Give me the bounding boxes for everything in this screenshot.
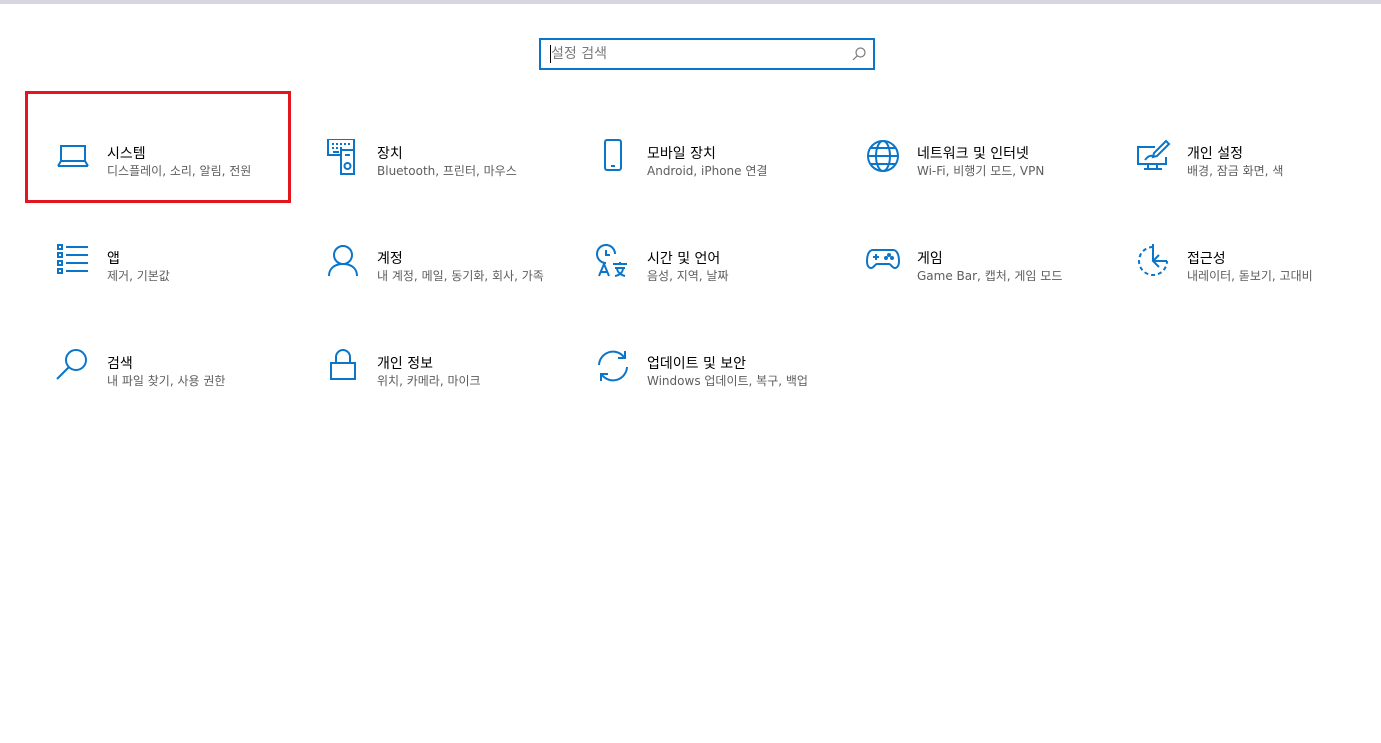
tile-title: 검색 — [107, 356, 133, 372]
tile-description: Game Bar, 캡처, 게임 모드 — [917, 269, 1063, 283]
tile-devices[interactable]: 장치 Bluetooth, 프린터, 마우스 — [297, 99, 559, 199]
search-icon — [55, 349, 91, 385]
tile-title: 업데이트 및 보안 — [647, 356, 747, 372]
person-icon — [325, 244, 361, 280]
text-caret — [550, 45, 551, 63]
tile-title: 게임 — [917, 251, 943, 267]
phone-icon — [595, 139, 631, 175]
tile-personalization[interactable]: 개인 설정 배경, 잠금 화면, 색 — [1107, 99, 1369, 199]
search-icon[interactable] — [851, 46, 867, 62]
tile-title: 네트워크 및 인터넷 — [917, 146, 1029, 162]
tile-title: 계정 — [377, 251, 403, 267]
apps-list-icon — [55, 244, 91, 280]
tile-title: 접근성 — [1187, 251, 1226, 267]
tile-description: 음성, 지역, 날짜 — [647, 269, 729, 283]
tile-title: 개인 정보 — [377, 356, 433, 372]
devices-icon — [325, 139, 361, 175]
tile-accounts[interactable]: 계정 내 계정, 메일, 동기화, 회사, 가족 — [297, 204, 559, 304]
tile-description: 위치, 카메라, 마이크 — [377, 374, 481, 388]
laptop-icon — [55, 139, 91, 175]
gamepad-icon — [865, 244, 901, 280]
tile-title: 시간 및 언어 — [647, 251, 721, 267]
tile-description: 제거, 기본값 — [107, 269, 170, 283]
tile-apps[interactable]: 앱 제거, 기본값 — [27, 204, 289, 304]
lock-icon — [325, 349, 361, 385]
update-sync-icon — [595, 349, 631, 385]
tile-gaming[interactable]: 게임 Game Bar, 캡처, 게임 모드 — [837, 204, 1099, 304]
tile-ease-of-access[interactable]: 접근성 내레이터, 돋보기, 고대비 — [1107, 204, 1369, 304]
tile-title: 시스템 — [107, 146, 146, 162]
tile-description: Wi-Fi, 비행기 모드, VPN — [917, 164, 1045, 178]
tile-privacy[interactable]: 개인 정보 위치, 카메라, 마이크 — [297, 309, 559, 409]
ease-of-access-icon — [1135, 244, 1171, 280]
tile-description: Bluetooth, 프린터, 마우스 — [377, 164, 517, 178]
tile-description: 내 파일 찾기, 사용 권한 — [107, 374, 226, 388]
tile-update-security[interactable]: 업데이트 및 보안 Windows 업데이트, 복구, 백업 — [567, 309, 829, 409]
tile-title: 모바일 장치 — [647, 146, 716, 162]
tile-description: 내 계정, 메일, 동기화, 회사, 가족 — [377, 269, 544, 283]
tile-time-language[interactable]: 시간 및 언어 음성, 지역, 날짜 — [567, 204, 829, 304]
tile-description: Android, iPhone 연결 — [647, 164, 768, 178]
globe-icon — [865, 139, 901, 175]
tile-title: 장치 — [377, 146, 403, 162]
tile-network-internet[interactable]: 네트워크 및 인터넷 Wi-Fi, 비행기 모드, VPN — [837, 99, 1099, 199]
tile-title: 앱 — [107, 251, 120, 267]
tile-description: 내레이터, 돋보기, 고대비 — [1187, 269, 1313, 283]
tile-description: 배경, 잠금 화면, 색 — [1187, 164, 1284, 178]
tile-description: Windows 업데이트, 복구, 백업 — [647, 374, 808, 388]
personalization-icon — [1135, 139, 1171, 175]
tile-mobile-devices[interactable]: 모바일 장치 Android, iPhone 연결 — [567, 99, 829, 199]
time-language-icon — [595, 244, 631, 280]
search-input[interactable] — [541, 40, 851, 68]
tile-system[interactable]: 시스템 디스플레이, 소리, 알림, 전원 — [27, 99, 289, 199]
tile-description: 디스플레이, 소리, 알림, 전원 — [107, 164, 252, 178]
window-top-border — [0, 0, 1381, 4]
search-box[interactable] — [539, 38, 875, 70]
tile-title: 개인 설정 — [1187, 146, 1243, 162]
tile-search[interactable]: 검색 내 파일 찾기, 사용 권한 — [27, 309, 289, 409]
